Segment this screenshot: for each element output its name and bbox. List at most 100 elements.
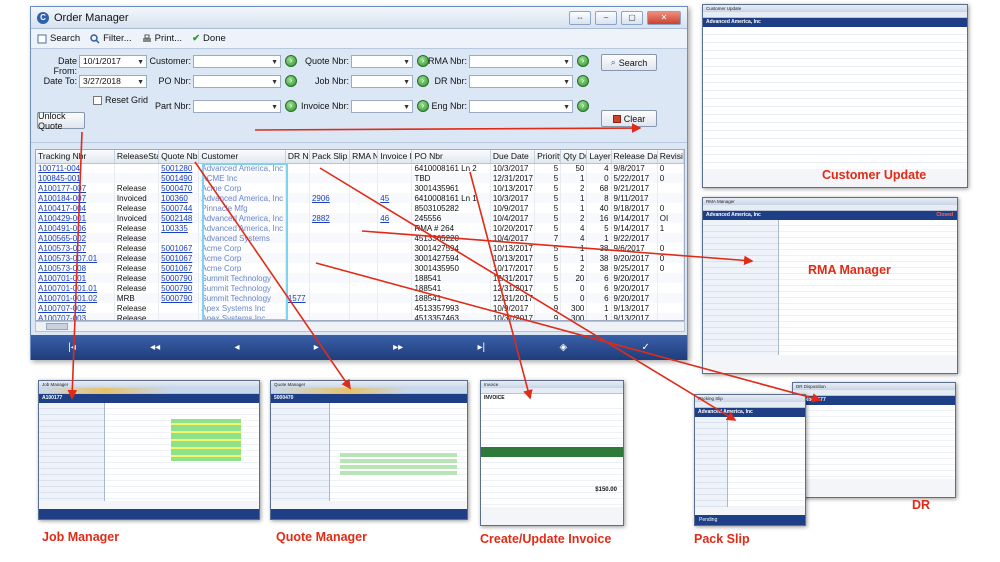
rma-select[interactable]: ▼ (469, 55, 573, 68)
date-to-field[interactable]: 3/27/2018 ▼ (79, 75, 147, 88)
column-header[interactable]: Qty Due (560, 150, 588, 164)
table-cell[interactable] (158, 303, 200, 313)
print-toolbar-button[interactable]: Print... (142, 33, 182, 44)
column-header[interactable]: Priority (534, 150, 562, 164)
table-row[interactable]: A100417-004 Release 5000744 Pinnacle Mfg 850… (36, 203, 684, 213)
pack-slip-thumbnail[interactable]: Packing Slip Advanced America, Inc Pendi… (694, 394, 806, 526)
table-cell[interactable]: A100707-002 (36, 303, 115, 313)
job-manager-thumbnail[interactable]: Job Manager A100177 (38, 380, 260, 520)
horizontal-scrollbar[interactable] (35, 321, 685, 332)
table-cell[interactable] (377, 223, 413, 233)
table-cell[interactable] (309, 233, 351, 243)
eng-select[interactable]: ▼ (469, 100, 573, 113)
previous-record-icon[interactable]: ◂ (234, 342, 239, 353)
customer-update-thumbnail[interactable]: Customer Update Advanced America, Inc (702, 4, 968, 188)
table-cell[interactable]: 5000744 (158, 203, 200, 213)
po-select[interactable]: ▼ (193, 75, 281, 88)
table-cell[interactable] (309, 223, 351, 233)
table-cell[interactable] (158, 233, 200, 243)
table-cell[interactable]: A100701-001.01 (36, 283, 115, 293)
column-header[interactable]: DR Nbr (285, 150, 310, 164)
next-record-icon[interactable]: ▸ (314, 342, 319, 353)
column-header[interactable]: Revision (657, 150, 684, 164)
table-cell[interactable] (309, 283, 351, 293)
table-cell[interactable]: 5002148 (158, 213, 200, 223)
table-row[interactable]: A100701-001.01 Release 5000790 Summit Techn… (36, 283, 684, 293)
table-cell[interactable] (309, 273, 351, 283)
column-header[interactable]: Due Date (490, 150, 536, 164)
table-cell[interactable]: 5000470 (158, 183, 200, 193)
table-cell[interactable]: A100701-001.02 (36, 293, 115, 303)
done-toolbar-button[interactable]: ✔ Done (192, 33, 226, 44)
table-cell[interactable] (309, 173, 351, 183)
table-cell[interactable] (377, 163, 413, 173)
table-cell[interactable] (309, 203, 351, 213)
table-cell[interactable]: 2882 (309, 213, 351, 223)
table-cell[interactable]: 2906 (309, 193, 351, 203)
table-cell[interactable] (377, 233, 413, 243)
table-cell[interactable]: 5001067 (158, 243, 200, 253)
table-row[interactable]: 100845-001 5001490 ACME Inc TBD 12/31/2017 5 1… (36, 173, 684, 183)
table-cell[interactable] (377, 263, 413, 273)
po-go-button[interactable]: › (285, 75, 297, 87)
table-cell[interactable]: A100177-007 (36, 183, 115, 193)
part-select[interactable]: ▼ (193, 100, 281, 113)
rma-go-button[interactable]: › (577, 55, 589, 67)
table-cell[interactable]: A100429-001 (36, 213, 115, 223)
table-cell[interactable]: A100573-008 (36, 263, 115, 273)
column-header[interactable]: Tracking Nbr (36, 150, 115, 164)
table-cell[interactable]: A100184-007 (36, 193, 115, 203)
check-icon[interactable]: ✓ (641, 342, 649, 353)
table-row[interactable]: A100184-007 Invoiced 100360 Advanced Americ… (36, 193, 684, 203)
table-cell[interactable] (377, 283, 413, 293)
table-row[interactable]: 100711-004 5001280 Advanced America, Inc 64… (36, 163, 684, 173)
tag-icon[interactable]: ◈ (559, 342, 567, 353)
table-cell[interactable] (309, 293, 351, 303)
column-header[interactable]: Layers (586, 150, 612, 164)
table-cell[interactable] (377, 273, 413, 283)
column-header[interactable]: Pack Slip Nbr (309, 150, 351, 164)
table-cell[interactable]: 46 (377, 213, 413, 223)
table-cell[interactable] (377, 183, 413, 193)
restore-button[interactable]: ⇔ (569, 10, 591, 25)
table-cell[interactable] (309, 243, 351, 253)
table-cell[interactable]: A100573-007.01 (36, 253, 115, 263)
column-header[interactable]: Release Date (611, 150, 658, 164)
customer-select[interactable]: ▼ (193, 55, 281, 68)
table-row[interactable]: A100429-001 Invoiced 5002148 Advanced Ameri… (36, 213, 684, 223)
table-cell[interactable]: 100335 (158, 223, 200, 233)
search-toolbar-button[interactable]: Search (37, 33, 80, 44)
table-cell[interactable] (309, 163, 351, 173)
unlock-quote-button[interactable]: Unlock Quote (37, 111, 85, 131)
table-cell[interactable]: 100360 (158, 193, 200, 203)
table-cell[interactable] (377, 293, 413, 303)
last-record-icon[interactable]: ▸| (478, 342, 486, 353)
table-cell[interactable]: 1577 (285, 293, 310, 303)
table-row[interactable]: A100177-007 Release 5000470 Acme Corp 300143… (36, 183, 684, 193)
dr-select[interactable]: ▼ (469, 75, 573, 88)
table-cell[interactable] (377, 243, 413, 253)
table-cell[interactable]: 5001067 (158, 263, 200, 273)
search-button[interactable]: ⌕ Search (601, 54, 657, 71)
table-cell[interactable] (158, 313, 200, 320)
table-cell[interactable]: A100573-007 (36, 243, 115, 253)
previous-page-icon[interactable]: ◂◂ (150, 342, 160, 353)
table-cell[interactable]: 5000790 (158, 273, 200, 283)
table-cell[interactable] (309, 263, 351, 273)
table-cell[interactable] (377, 203, 413, 213)
customer-go-button[interactable]: › (285, 55, 297, 67)
table-cell[interactable]: 100845-001 (36, 173, 115, 183)
table-cell[interactable]: A100491-006 (36, 223, 115, 233)
table-cell[interactable] (377, 303, 413, 313)
table-row[interactable]: A100573-007 Release 5001067 Acme Corp 300142… (36, 243, 684, 253)
first-record-icon[interactable]: |◂ (68, 342, 76, 353)
scrollbar-thumb[interactable] (46, 323, 68, 330)
next-page-icon[interactable]: ▸▸ (393, 342, 403, 353)
table-cell[interactable] (309, 303, 351, 313)
table-cell[interactable] (377, 253, 413, 263)
table-cell[interactable]: A100701-001 (36, 273, 115, 283)
table-cell[interactable]: 100711-004 (36, 163, 115, 173)
date-from-field[interactable]: 10/1/2017 ▼ (79, 55, 147, 68)
column-header[interactable]: Quote Nbr (158, 150, 200, 164)
table-row[interactable]: A100701-001 Release 5000790 Summit Technolo… (36, 273, 684, 283)
